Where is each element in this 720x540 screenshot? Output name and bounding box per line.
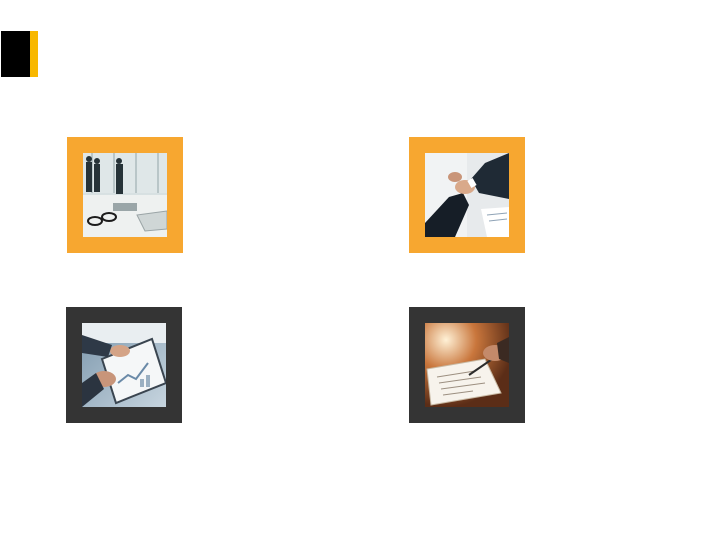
tablet-analytics-photo [82,323,166,407]
photo-tile-tablet [66,307,182,423]
signing-document-photo [425,323,509,407]
photo-tile-handshake [409,137,525,253]
title-accent-bar [30,31,38,77]
photo-tile-signing [409,307,525,423]
title-marker-block [1,31,30,77]
business-people-office-photo [83,153,167,237]
handshake-photo [425,153,509,237]
photo-tile-office [67,137,183,253]
slide [0,0,720,540]
